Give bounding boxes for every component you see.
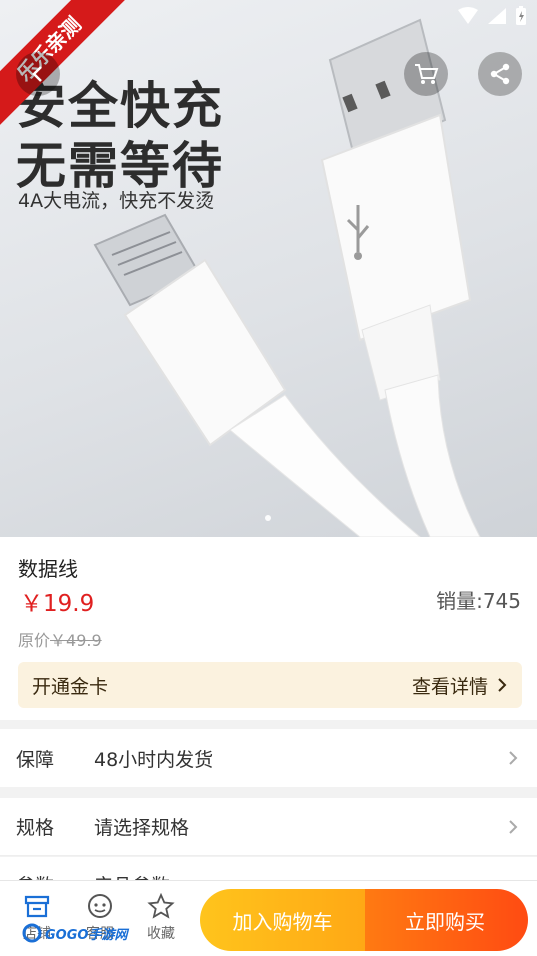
chevron-right-icon — [509, 751, 518, 765]
wifi-icon — [458, 7, 478, 24]
sales-count: 销量:745 — [436, 589, 521, 613]
add-to-cart-button[interactable]: 加入购物车 — [200, 889, 365, 951]
site-watermark: GOGO手游网 — [22, 923, 127, 943]
status-bar — [457, 6, 527, 26]
product-image-carousel[interactable]: 安全快充 无需等待 4A大电流，快充不发烫 乐乐亲测 — [0, 0, 537, 537]
share-icon — [490, 63, 510, 85]
signal-icon — [488, 8, 506, 24]
tab-favorite-label: 收藏 — [147, 926, 175, 942]
gold-card-title: 开通金卡 — [32, 675, 109, 698]
customer-service-icon — [88, 894, 112, 918]
original-price-label: 原价 — [18, 631, 51, 650]
cart-icon — [415, 64, 439, 84]
hero-subtitle: 4A大电流，快充不发烫 — [18, 190, 215, 212]
back-button[interactable] — [16, 52, 60, 96]
tab-favorite[interactable]: 收藏 — [136, 893, 186, 943]
bottom-action-bar: 店铺 客服 收藏 GOGO手游网 加入购物车 立即购买 — [0, 880, 537, 956]
product-price: ￥19.9 — [20, 591, 95, 617]
gogo-logo-icon — [22, 923, 42, 943]
original-price: 原价￥49.9 — [18, 627, 102, 651]
chevron-right-icon — [498, 678, 507, 692]
spec-label: 规格 — [16, 817, 55, 839]
cart-button[interactable] — [404, 52, 448, 96]
guarantee-value: 48小时内发货 — [94, 748, 214, 771]
battery-icon — [516, 6, 526, 25]
star-icon — [147, 893, 175, 919]
carousel-indicator — [265, 515, 271, 521]
chevron-left-icon — [32, 66, 42, 82]
original-price-value: ￥49.9 — [50, 631, 102, 650]
share-button[interactable] — [478, 52, 522, 96]
spec-value: 请选择规格 — [94, 817, 190, 839]
product-name: 数据线 — [18, 557, 78, 581]
product-detail-page: 安全快充 无需等待 4A大电流，快充不发烫 乐乐亲测 数据线 ￥19.9 销量:… — [0, 0, 537, 956]
watermark-text: GOGO手游网 — [45, 927, 128, 943]
store-icon — [24, 895, 50, 918]
product-info-card: 数据线 ￥19.9 销量:745 原价￥49.9 开通金卡 查看详情 — [0, 537, 537, 720]
gold-card-details-link[interactable]: 查看详情 — [412, 672, 508, 699]
gold-card-details-label: 查看详情 — [411, 675, 488, 698]
spec-row[interactable]: 规格 请选择规格 — [0, 798, 537, 856]
guarantee-label: 保障 — [16, 748, 55, 771]
buy-now-button[interactable]: 立即购买 — [365, 889, 528, 951]
guarantee-row[interactable]: 保障 48小时内发货 — [0, 729, 537, 787]
chevron-right-icon — [509, 819, 518, 834]
gold-card-banner[interactable]: 开通金卡 查看详情 — [18, 662, 522, 708]
